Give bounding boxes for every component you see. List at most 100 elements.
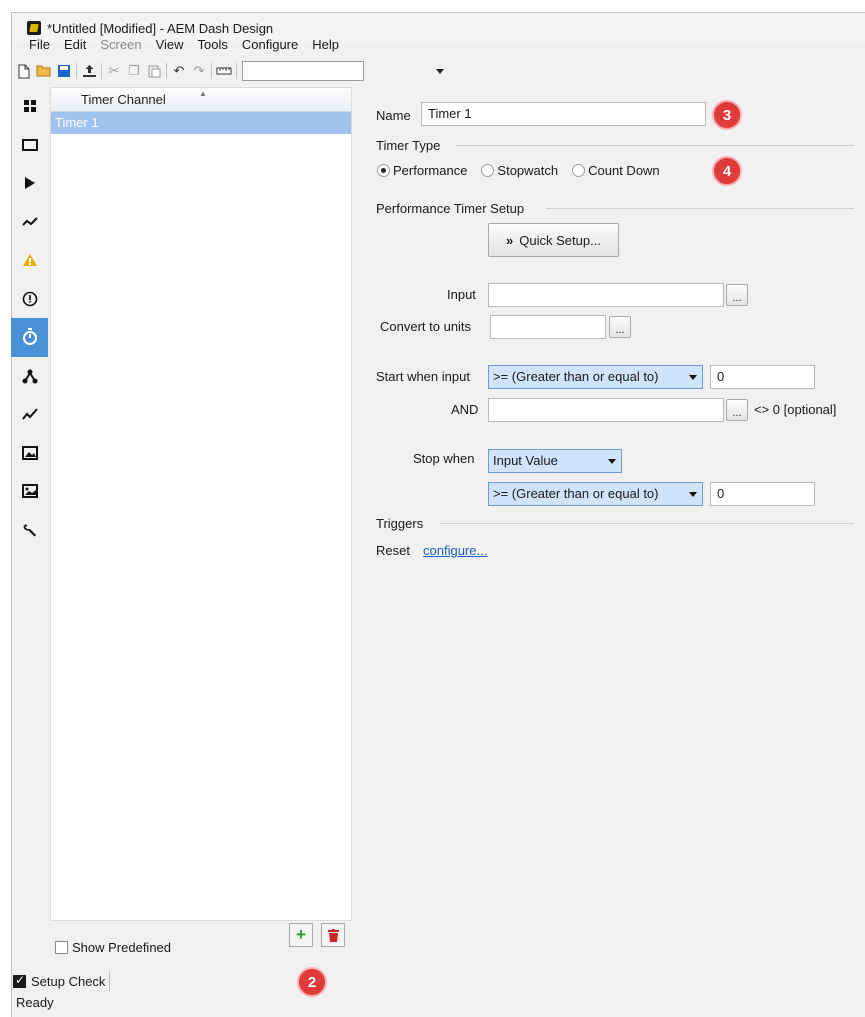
- quick-setup-label: Quick Setup...: [519, 232, 601, 248]
- chevron-down-icon: [608, 459, 616, 464]
- menu-help[interactable]: Help: [305, 37, 346, 52]
- radio-performance[interactable]: Performance: [377, 163, 467, 178]
- menu-configure[interactable]: Configure: [235, 37, 305, 52]
- new-icon[interactable]: [14, 61, 34, 81]
- menu-bar: File Edit Screen View Tools Configure He…: [22, 34, 346, 54]
- radio-count-down[interactable]: Count Down: [572, 163, 660, 178]
- stop-operator-value: >= (Greater than or equal to): [493, 486, 659, 501]
- ruler-icon[interactable]: [214, 61, 234, 81]
- setup-section-label: Performance Timer Setup: [376, 201, 525, 216]
- timer-properties-form: Name Timer 1 Timer Type Performance Stop…: [364, 87, 854, 987]
- toolbar-separator: [211, 63, 212, 79]
- redo-icon[interactable]: ↷: [189, 61, 209, 81]
- callout-badge-2: 2: [297, 967, 327, 997]
- setup-check-toggle[interactable]: Setup Check: [13, 971, 111, 991]
- stopwatch-icon[interactable]: [11, 318, 48, 357]
- play-icon[interactable]: [11, 164, 48, 203]
- undo-icon[interactable]: ↶: [169, 61, 189, 81]
- and-input[interactable]: [488, 398, 724, 422]
- stop-source-value: Input Value: [493, 453, 558, 468]
- and-browse-button[interactable]: ...: [726, 399, 748, 421]
- stop-operator-dropdown[interactable]: >= (Greater than or equal to): [488, 482, 703, 506]
- warning-icon[interactable]: [11, 241, 48, 280]
- timer-type-divider: [456, 145, 854, 146]
- chevron-down-icon: [689, 492, 697, 497]
- quick-setup-button[interactable]: » Quick Setup...: [488, 223, 619, 257]
- image-alt-icon[interactable]: [11, 472, 48, 511]
- timer-type-radio-group: Performance Stopwatch Count Down: [377, 163, 668, 178]
- list-column-header[interactable]: Timer Channel ▲: [51, 88, 351, 112]
- menu-edit[interactable]: Edit: [57, 37, 93, 52]
- menu-view[interactable]: View: [149, 37, 191, 52]
- toolbar-combo[interactable]: [242, 61, 364, 81]
- start-operator-dropdown[interactable]: >= (Greater than or equal to): [488, 365, 703, 389]
- open-icon[interactable]: [34, 61, 54, 81]
- delete-timer-button[interactable]: [321, 923, 345, 947]
- and-hint: <> 0 [optional]: [754, 402, 837, 417]
- and-label: AND: [451, 402, 479, 417]
- chevron-down-icon: [689, 375, 697, 380]
- radio-count-down-dot[interactable]: [572, 164, 586, 177]
- trash-icon: [327, 928, 339, 942]
- copy-icon[interactable]: ❐: [124, 61, 144, 81]
- trend-icon[interactable]: [11, 203, 48, 242]
- show-predefined-toggle[interactable]: Show Predefined: [55, 940, 171, 955]
- input-field[interactable]: [488, 283, 724, 307]
- network-icon[interactable]: [11, 357, 48, 396]
- setup-section-divider: [546, 208, 854, 209]
- start-value-input[interactable]: 0: [710, 365, 815, 389]
- input-browse-button[interactable]: ...: [726, 284, 748, 306]
- setup-check-label: Setup Check: [31, 973, 106, 989]
- rectangle-icon[interactable]: [11, 126, 48, 165]
- menu-tools[interactable]: Tools: [191, 37, 235, 52]
- radio-performance-dot[interactable]: [377, 164, 390, 177]
- list-item[interactable]: Timer 1: [51, 112, 351, 134]
- menu-file[interactable]: File: [22, 37, 57, 52]
- menu-screen[interactable]: Screen: [93, 37, 148, 52]
- name-label: Name: [376, 108, 411, 123]
- callout-badge-4: 4: [712, 156, 742, 186]
- convert-units-browse-button[interactable]: ...: [609, 316, 631, 338]
- sort-caret-icon: ▲: [199, 89, 207, 98]
- wrench-icon[interactable]: [11, 511, 48, 550]
- input-label: Input: [447, 287, 476, 302]
- add-timer-button[interactable]: +: [289, 923, 313, 947]
- reset-configure-link[interactable]: configure...: [423, 543, 487, 558]
- timer-channel-list: Timer Channel ▲ Timer 1: [50, 87, 352, 921]
- stop-source-dropdown[interactable]: Input Value: [488, 449, 622, 473]
- stop-when-label: Stop when: [413, 451, 475, 466]
- timer-type-label: Timer Type: [376, 138, 441, 153]
- radio-stopwatch-dot[interactable]: [481, 164, 495, 177]
- toolbar-combo-arrow: [436, 69, 444, 74]
- plus-icon: +: [296, 925, 306, 944]
- toolbar: ✂ ❐ ↶ ↷: [14, 59, 364, 83]
- radio-count-down-label: Count Down: [588, 163, 660, 178]
- setup-check-checkbox[interactable]: [13, 973, 26, 988]
- category-sidebar: [11, 87, 48, 549]
- paste-icon[interactable]: [144, 61, 164, 81]
- reset-label: Reset: [376, 543, 410, 558]
- toolbar-separator: [76, 63, 77, 79]
- toolbar-separator: [101, 63, 102, 79]
- toolbar-separator: [166, 63, 167, 79]
- convert-units-field[interactable]: [490, 315, 606, 339]
- start-operator-value: >= (Greater than or equal to): [493, 369, 659, 384]
- chart-line-icon[interactable]: [11, 395, 48, 434]
- name-input[interactable]: Timer 1: [421, 102, 706, 126]
- stop-value-input[interactable]: 0: [710, 482, 815, 506]
- show-predefined-checkbox[interactable]: [55, 941, 68, 954]
- alert-circle-icon[interactable]: [11, 280, 48, 319]
- radio-stopwatch-label: Stopwatch: [497, 163, 559, 178]
- radio-performance-label: Performance: [393, 163, 468, 178]
- triggers-divider: [439, 523, 854, 524]
- image-icon[interactable]: [11, 434, 48, 473]
- convert-units-label: Convert to units: [380, 319, 472, 334]
- double-chevron-icon: »: [506, 232, 514, 248]
- save-icon[interactable]: [54, 61, 74, 81]
- export-icon[interactable]: [79, 61, 99, 81]
- cut-icon[interactable]: ✂: [104, 61, 124, 81]
- toolbar-separator: [236, 63, 237, 79]
- radio-stopwatch[interactable]: Stopwatch: [481, 163, 558, 178]
- start-when-label: Start when input: [376, 369, 470, 384]
- grid-icon[interactable]: [11, 87, 48, 126]
